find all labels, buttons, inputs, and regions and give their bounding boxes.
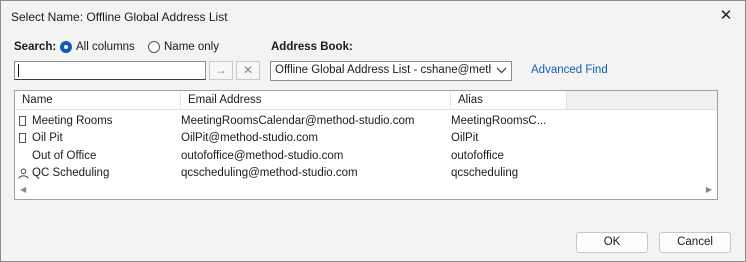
group-icon — [19, 116, 26, 126]
radio-name-only[interactable] — [148, 41, 160, 53]
close-icon[interactable]: ✕ — [715, 6, 737, 26]
horizontal-scrollbar[interactable]: ◀ ▶ — [15, 183, 717, 197]
cancel-button[interactable]: Cancel — [659, 232, 731, 253]
row-email: outofoffice@method-studio.com — [181, 150, 344, 162]
scroll-right-icon[interactable]: ▶ — [706, 185, 712, 194]
row-name: QC Scheduling — [32, 167, 110, 179]
arrow-right-icon: → — [215, 63, 227, 77]
window-title: Select Name: Offline Global Address List — [11, 10, 228, 24]
scroll-left-icon[interactable]: ◀ — [20, 185, 26, 194]
advanced-find-link[interactable]: Advanced Find — [531, 64, 608, 76]
search-input[interactable] — [14, 61, 206, 80]
header-filler — [567, 91, 717, 110]
search-label: Search: — [14, 41, 57, 53]
radio-all-columns[interactable] — [60, 41, 72, 53]
row-alias: MeetingRoomsC... — [451, 115, 547, 127]
table-row[interactable]: Meeting Rooms MeetingRoomsCalendar@metho… — [15, 113, 717, 130]
ok-button[interactable]: OK — [576, 232, 648, 253]
row-name: Out of Office — [32, 150, 97, 162]
list-header: Name Email Address Alias — [15, 91, 567, 110]
row-email: qcscheduling@method-studio.com — [181, 167, 358, 179]
row-alias: OilPit — [451, 132, 479, 144]
vertical-scrollbar[interactable] — [703, 113, 717, 179]
row-alias: qcscheduling — [451, 167, 519, 179]
person-icon — [18, 168, 29, 179]
title-bar: Select Name: Offline Global Address List… — [1, 1, 745, 31]
address-book-label: Address Book: — [271, 41, 353, 53]
table-row[interactable]: Out of Office outofoffice@method-studio.… — [15, 148, 717, 165]
chevron-down-icon — [496, 63, 507, 80]
go-button[interactable]: → — [209, 61, 233, 80]
text-caret — [18, 64, 19, 77]
column-header-alias[interactable]: Alias — [451, 91, 567, 109]
group-icon — [19, 133, 26, 143]
row-email: OilPit@method-studio.com — [181, 132, 318, 144]
table-row[interactable]: QC Scheduling qcscheduling@method-studio… — [15, 165, 717, 182]
column-header-email[interactable]: Email Address — [181, 91, 451, 109]
table-row[interactable]: Oil Pit OilPit@method-studio.com OilPit — [15, 130, 717, 147]
row-email: MeetingRoomsCalendar@method-studio.com — [181, 115, 415, 127]
results-list[interactable]: Name Email Address Alias Meeting Rooms M… — [14, 90, 718, 200]
clear-search-button[interactable]: ✕ — [236, 61, 260, 80]
select-name-dialog: Select Name: Offline Global Address List… — [0, 0, 746, 262]
address-book-select[interactable]: Offline Global Address List - cshane@met… — [270, 61, 512, 81]
address-book-selected: Offline Global Address List - cshane@met… — [275, 64, 491, 76]
radio-name-only-label[interactable]: Name only — [164, 41, 219, 53]
row-name: Meeting Rooms — [32, 115, 113, 127]
radio-all-columns-label[interactable]: All columns — [76, 41, 135, 53]
x-icon: ✕ — [242, 63, 254, 77]
column-header-name[interactable]: Name — [15, 91, 181, 109]
row-name: Oil Pit — [32, 132, 63, 144]
row-alias: outofoffice — [451, 150, 504, 162]
